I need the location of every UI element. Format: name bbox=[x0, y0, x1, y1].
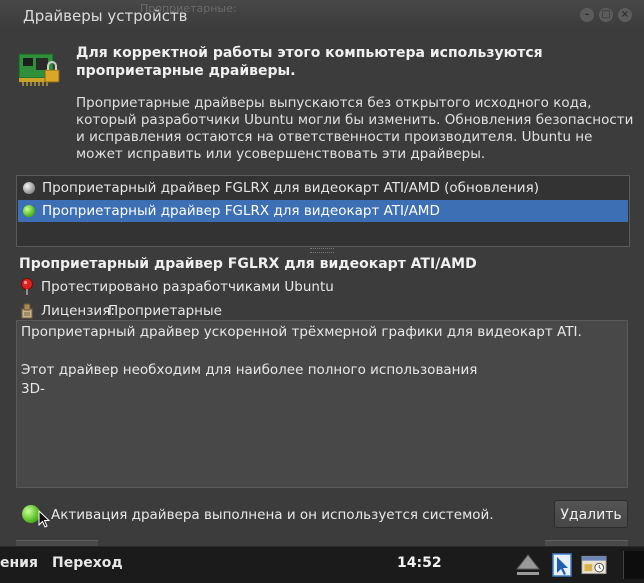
driver-item-label: Проприетарный драйвер FGLRX для видеокар… bbox=[42, 180, 539, 196]
license-value: Проприетарные bbox=[108, 303, 222, 319]
driver-description-box[interactable]: Проприетарный драйвер ускоренной трёхмер… bbox=[16, 320, 628, 488]
mouse-cursor-icon bbox=[38, 510, 50, 528]
titlebar[interactable]: Проприетарные: Драйверы устройств – □ × bbox=[0, 0, 644, 32]
remove-button[interactable]: Удалить bbox=[554, 500, 628, 528]
description-line: 3D- bbox=[21, 381, 45, 397]
window-title: Драйверы устройств bbox=[23, 7, 188, 25]
inactive-status-icon bbox=[23, 182, 35, 194]
driver-list[interactable]: Проприетарный драйвер FGLRX для видеокар… bbox=[16, 175, 630, 247]
description-line: Проприетарный драйвер ускоренной трёхмер… bbox=[21, 324, 582, 340]
window-list-icon[interactable] bbox=[581, 551, 607, 579]
hardware-card-icon bbox=[18, 53, 60, 86]
menu-system[interactable]: ения bbox=[0, 555, 38, 571]
red-pin-icon bbox=[21, 278, 33, 295]
status-text: Активация драйвера выполнена и он исполь… bbox=[51, 507, 494, 523]
driver-details-title: Проприетарный драйвер FGLRX для видеокар… bbox=[19, 256, 477, 272]
active-status-icon bbox=[23, 205, 35, 217]
driver-list-item-selected[interactable]: Проприетарный драйвер FGLRX для видеокар… bbox=[18, 200, 628, 222]
tray-edge bbox=[623, 551, 644, 579]
header-title: Для корректной работы этого компьютера и… bbox=[76, 45, 543, 79]
clock[interactable]: 14:52 bbox=[397, 555, 442, 571]
eject-triangle-icon[interactable] bbox=[515, 551, 541, 579]
driver-item-label: Проприетарный драйвер FGLRX для видеокар… bbox=[42, 203, 440, 219]
tested-label: Протестировано разработчиками Ubuntu bbox=[41, 279, 334, 295]
menu-go[interactable]: Переход bbox=[52, 555, 123, 571]
close-icon[interactable]: × bbox=[618, 8, 632, 22]
license-stamp-icon bbox=[21, 303, 33, 319]
driver-list-item[interactable]: Проприетарный драйвер FGLRX для видеокар… bbox=[18, 177, 628, 199]
taskbar: ения Переход 14:52 bbox=[0, 546, 644, 583]
drivers-window: Проприетарные: Драйверы устройств – □ × … bbox=[0, 0, 644, 546]
pane-splitter-handle[interactable] bbox=[310, 248, 334, 253]
document-icon[interactable] bbox=[549, 551, 575, 579]
maximize-icon[interactable]: □ bbox=[599, 8, 613, 22]
description-line: Этот драйвер необходим для наиболее полн… bbox=[21, 362, 478, 378]
minimize-icon[interactable]: – bbox=[580, 8, 594, 22]
header-description: Проприетарные драйверы выпускаются без о… bbox=[76, 95, 634, 162]
license-label: Лицензия: bbox=[41, 303, 115, 319]
